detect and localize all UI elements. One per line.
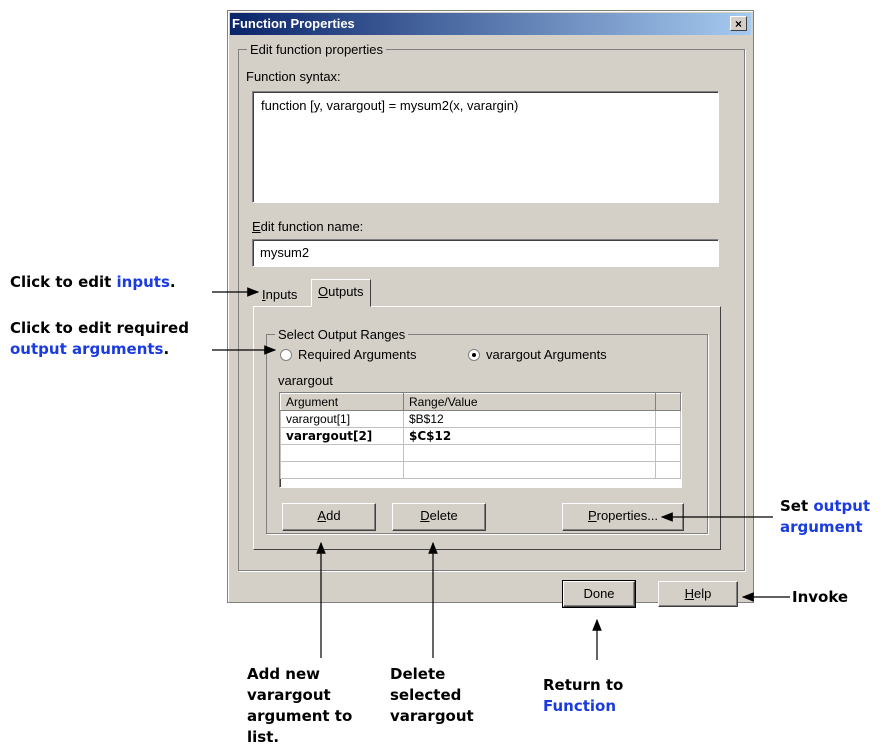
tab-outputs[interactable]: Outputs: [311, 279, 371, 307]
annotation-delete-line: selected: [390, 686, 462, 704]
annotation-return-line1: Return to: [543, 676, 624, 694]
annotation-set-output: Set output argument: [780, 496, 870, 538]
callout-arrows: [212, 287, 790, 660]
annotation-return-link: Function: [543, 697, 617, 715]
annotation-delete-line: Delete: [390, 665, 446, 683]
annotation-set-link2: argument: [780, 518, 863, 536]
annotation-invoke: Invoke: [792, 588, 849, 606]
annotation-return: Return to Function: [543, 675, 623, 717]
annotation-set-link1: output: [813, 497, 871, 515]
annotation-set-prefix: Set: [780, 497, 814, 515]
annotation-add: Add new varargout argument to list.: [247, 664, 352, 748]
annotation-add-line: list.: [247, 728, 280, 746]
annotation-add-line: varargout: [247, 686, 331, 704]
annotation-delete: Delete selected varargout: [390, 664, 474, 727]
annotation-delete-line: varargout: [390, 707, 474, 725]
annotation-required-line1: Click to edit required: [10, 319, 189, 337]
annotation-inputs: Click to edit inputs.: [10, 272, 176, 293]
annotation-inputs-prefix: Click to edit: [10, 273, 117, 291]
annotation-inputs-suffix: .: [169, 273, 176, 291]
annotation-required-link: output arguments: [10, 340, 164, 358]
annotation-inputs-link: inputs: [116, 273, 170, 291]
annotation-add-line: argument to: [247, 707, 353, 725]
annotation-required-suffix: .: [163, 340, 170, 358]
annotation-required: Click to edit required output arguments.: [10, 318, 189, 360]
annotation-add-line: Add new: [247, 665, 321, 683]
